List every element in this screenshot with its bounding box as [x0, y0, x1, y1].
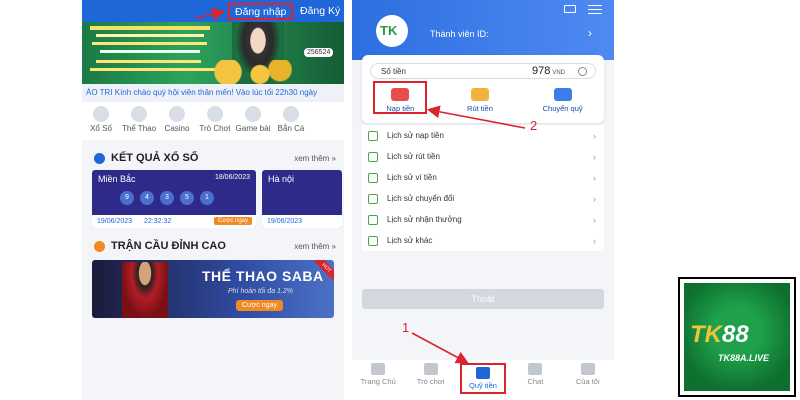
arrow-to-deposit	[426, 105, 526, 129]
step-1-label: 1	[402, 320, 410, 335]
arrow-to-login	[195, 7, 226, 21]
step-2-label: 2	[530, 118, 538, 133]
tk88-brand-logo: TK88 TK88A.LIVE	[678, 277, 796, 397]
brand-prefix: TK	[690, 321, 722, 348]
arrow-to-wallet-tab	[411, 332, 469, 364]
brand-background: TK88 TK88A.LIVE	[684, 283, 790, 391]
brand-wordmark: TK88	[690, 321, 749, 349]
brand-url: TK88A.LIVE	[718, 353, 770, 363]
brand-suffix: 88	[722, 321, 749, 348]
